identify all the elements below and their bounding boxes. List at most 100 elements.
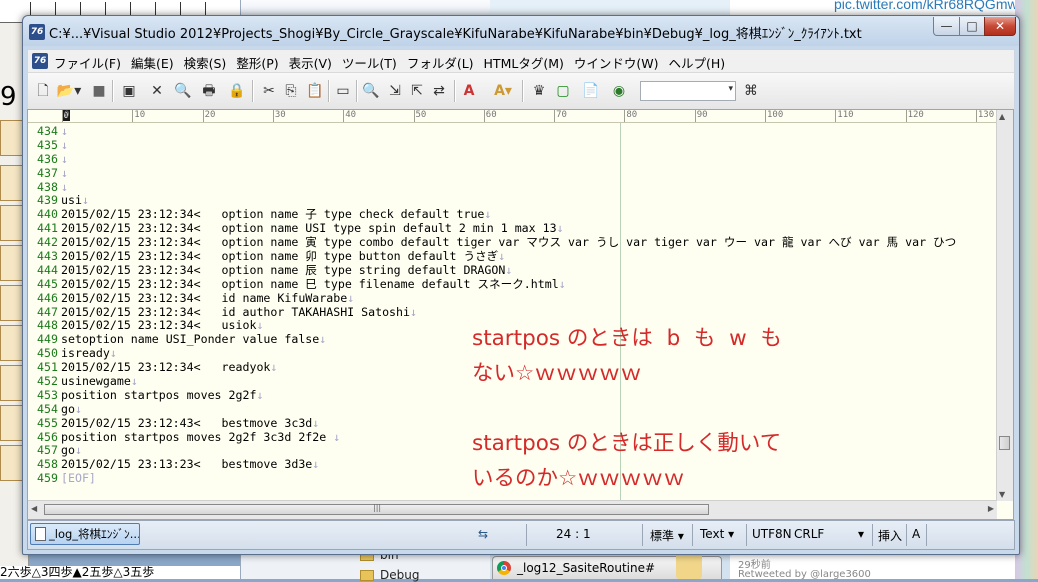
line-number: 434 xyxy=(37,125,58,138)
print-preview-icon[interactable]: 🔍 xyxy=(174,82,192,100)
title-bar[interactable]: 76 C:¥...¥Visual Studio 2012¥Projects_Sh… xyxy=(23,16,1019,46)
window-icon[interactable]: ▭ xyxy=(334,82,352,100)
network-icon[interactable]: ⇆ xyxy=(478,527,488,541)
menu-item[interactable]: ウインドウ(W) xyxy=(574,56,659,71)
text-line[interactable]: 434 ↓ xyxy=(28,125,997,139)
browser-icon[interactable]: ◉ xyxy=(610,82,628,100)
close-button[interactable]: ✕ xyxy=(984,17,1016,36)
text-line[interactable]: 443 2015/02/15 23:12:34< option name 卯 ty… xyxy=(28,250,997,264)
binoculars-icon[interactable]: ⌘ xyxy=(742,82,760,100)
line-text: setoption name USI_Ponder value false↓ xyxy=(61,333,327,347)
twitter-link[interactable]: pic.twitter.com/kRr68RQGmw xyxy=(834,0,1018,12)
scroll-down-icon[interactable]: ▼ xyxy=(999,490,1005,499)
line-number: 448 xyxy=(37,319,58,333)
font-icon[interactable]: A▾ xyxy=(490,82,516,100)
line-text: 2015/02/15 23:12:34< option name 卯 type … xyxy=(61,250,506,264)
eol-label[interactable]: CRLF xyxy=(794,527,824,541)
app-menu-icon[interactable]: 76 xyxy=(32,53,48,69)
mode-select[interactable]: 標準 ▾ xyxy=(650,527,684,544)
eol-mark: ↓ xyxy=(410,305,417,319)
folder-item[interactable]: Debug xyxy=(360,568,419,582)
board-cell xyxy=(0,445,24,481)
menu-item[interactable]: ツール(T) xyxy=(342,56,397,71)
line-text: [EOF] xyxy=(61,472,96,486)
eol-mark: ↓ xyxy=(256,319,264,333)
ruler-mark: 40 xyxy=(343,110,357,122)
text-line[interactable]: 442 2015/02/15 23:12:34< option name 寅 ty… xyxy=(28,236,997,250)
search-input[interactable]: ▾ xyxy=(640,81,736,101)
eol-mark: ↓ xyxy=(74,402,82,416)
minimize-button[interactable]: — xyxy=(933,17,960,36)
text-editor[interactable]: 0 0 10 20 30 40 50 60 70 80 90 100 110 120 130 434 ↓ 43… xyxy=(27,109,1014,520)
text-line[interactable]: 437 ↓ xyxy=(28,167,997,181)
scroll-thumb[interactable] xyxy=(999,436,1010,450)
input-mode[interactable]: A xyxy=(912,527,920,541)
text-line[interactable]: 445 2015/02/15 23:12:34< option name 巳 ty… xyxy=(28,278,997,292)
board-cell xyxy=(0,205,24,241)
clipboard-icon[interactable]: 📄 xyxy=(582,82,600,100)
find-next-icon[interactable]: ⇲ xyxy=(386,82,404,100)
menu-item[interactable]: 検索(S) xyxy=(184,56,227,71)
insert-mode[interactable]: 挿入 xyxy=(878,527,902,544)
menu-item[interactable]: フォルダ(L) xyxy=(407,56,474,71)
text-line[interactable]: 439 usi↓ xyxy=(28,194,997,208)
find-prev-icon[interactable]: ⇱ xyxy=(408,82,426,100)
text-line[interactable]: 436 ↓ xyxy=(28,153,997,167)
scroll-right-icon[interactable]: ▶ xyxy=(988,504,994,513)
close-doc-icon[interactable]: ▣ xyxy=(120,82,138,100)
text-line[interactable]: 440 2015/02/15 23:12:34< option name 子 ty… xyxy=(28,208,997,222)
document-tab[interactable]: _log_将棋ｴﾝｼﾞﾝ... xyxy=(30,523,140,545)
cut-icon[interactable]: ✂ xyxy=(260,82,278,100)
text-line[interactable]: 441 2015/02/15 23:12:34< option name USI … xyxy=(28,222,997,236)
print-icon[interactable]: 🖶 xyxy=(200,82,218,100)
crown-icon[interactable]: ♛ xyxy=(530,82,548,100)
menu-item[interactable]: ヘルプ(H) xyxy=(668,56,725,71)
menu-item[interactable]: 整形(P) xyxy=(236,56,278,71)
vertical-scrollbar[interactable]: ▲ ▼ xyxy=(996,110,1013,501)
copy-icon[interactable]: ⎘ xyxy=(282,82,300,100)
toolbar-separator xyxy=(112,80,114,102)
open-folder-icon[interactable]: 📂▾ xyxy=(56,82,82,100)
ruler-mark: 100 xyxy=(765,110,784,122)
menu-item[interactable]: 編集(E) xyxy=(131,56,174,71)
text-line[interactable]: 444 2015/02/15 23:12:34< option name 辰 ty… xyxy=(28,264,997,278)
font-color-icon[interactable]: A xyxy=(460,82,478,100)
eol-mark: ↓ xyxy=(312,458,320,472)
avatar[interactable] xyxy=(676,553,702,579)
horizontal-scrollbar[interactable]: ◀ ||| ▶ xyxy=(28,500,997,519)
close-icon[interactable]: ✕ xyxy=(148,82,166,100)
line-number: 444 xyxy=(37,263,58,277)
menu-item[interactable]: ファイル(F) xyxy=(54,56,121,71)
eol-mark: ↓ xyxy=(61,180,68,194)
eol-mark: ↓ xyxy=(61,138,68,152)
eol-mark: ↓ xyxy=(256,388,264,402)
folder-icon xyxy=(360,570,374,581)
filetype-select[interactable]: Text ▾ xyxy=(700,527,734,541)
new-file-icon[interactable]: 🗋 xyxy=(34,82,52,100)
chevron-down-icon[interactable]: ▾ xyxy=(728,84,733,94)
encoding-label[interactable]: UTF8N xyxy=(752,527,792,541)
eol-select[interactable]: ▾ xyxy=(858,527,864,541)
scroll-up-icon[interactable]: ▲ xyxy=(999,112,1005,121)
text-line[interactable]: 438 ↓ xyxy=(28,181,997,195)
line-number: 456 xyxy=(37,430,58,444)
line-number: 436 xyxy=(37,152,58,166)
maximize-button[interactable]: □ xyxy=(959,17,985,36)
replace-icon[interactable]: ⇄ xyxy=(430,82,448,100)
text-line[interactable]: 446 2015/02/15 23:12:34< id name KifuWara… xyxy=(28,292,997,306)
ruler-mark: 90 xyxy=(694,110,708,122)
text-line[interactable]: 435 ↓ xyxy=(28,139,997,153)
lock-icon[interactable]: 🔒 xyxy=(228,82,246,100)
menu-item[interactable]: HTMLタグ(M) xyxy=(484,56,564,71)
line-text: go↓ xyxy=(61,444,82,458)
save-icon[interactable]: ■ xyxy=(90,82,108,100)
board-digit: 9 xyxy=(0,82,17,112)
find-icon[interactable]: 🔍 xyxy=(362,82,380,100)
menu-item[interactable]: 表示(V) xyxy=(289,56,332,71)
eol-mark: ↓ xyxy=(556,222,564,236)
frame-icon[interactable]: ▢ xyxy=(554,82,572,100)
eol-mark: ↓ xyxy=(333,430,341,444)
paste-icon[interactable]: 📋 xyxy=(306,82,324,100)
text-line[interactable]: 447 2015/02/15 23:12:34< id author TAKAHA… xyxy=(28,306,997,320)
scroll-left-icon[interactable]: ◀ xyxy=(31,504,37,513)
